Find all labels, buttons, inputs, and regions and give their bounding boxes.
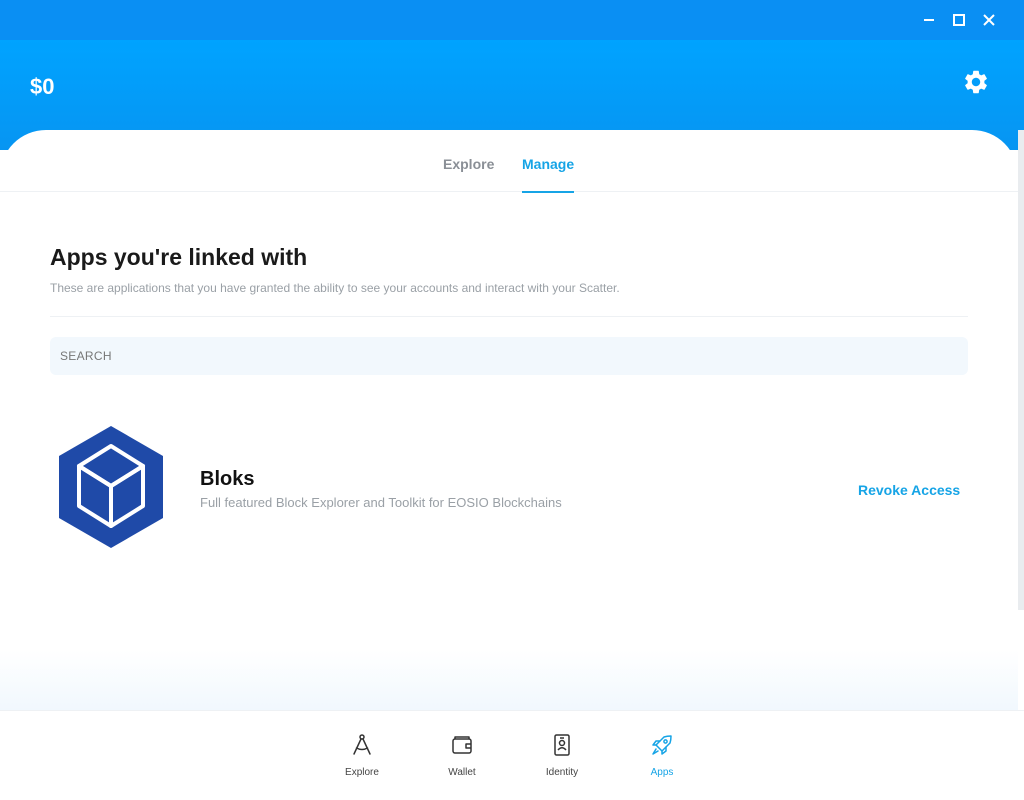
page-subtitle: These are applications that you have gra… [50,281,620,295]
wallet-icon [452,736,472,754]
divider [50,316,968,317]
app-name: Bloks [200,468,255,490]
tab-manage[interactable]: Manage [522,156,575,193]
close-button[interactable] [976,8,1002,32]
nav-identity-label: Identity [545,767,579,778]
content-fade [0,650,1018,710]
rocket-icon [652,735,672,755]
nav-identity[interactable]: Identity [527,733,597,778]
search-input[interactable] [50,337,968,375]
nav-apps-label: Apps [650,767,674,778]
nav-explore-label: Explore [345,767,379,778]
app-description: Full featured Block Explorer and Toolkit… [200,495,562,510]
gear-icon[interactable] [962,68,990,96]
nav-apps[interactable]: Apps [627,733,697,778]
compass-drafting-icon [353,734,371,755]
scrollbar[interactable] [1018,130,1024,610]
minimize-button[interactable] [916,8,942,32]
nav-explore[interactable]: Explore [327,733,397,778]
list-item: Bloks Full featured Block Explorer and T… [50,420,968,560]
page-title: Apps you're linked with [50,244,308,270]
balance-display: $0 [30,74,55,99]
maximize-button[interactable] [946,8,972,32]
tab-bar: Explore Manage [0,130,1018,193]
id-badge-icon [554,734,570,756]
bloks-logo [59,426,163,548]
close-icon [983,14,995,26]
bottom-nav: Explore Wallet Identity Apps [0,710,1024,800]
revoke-access-button[interactable]: Revoke Access [858,482,960,498]
tab-explore[interactable]: Explore [443,156,494,193]
title-bar [0,0,1024,40]
nav-wallet[interactable]: Wallet [427,733,497,778]
nav-wallet-label: Wallet [448,767,476,778]
